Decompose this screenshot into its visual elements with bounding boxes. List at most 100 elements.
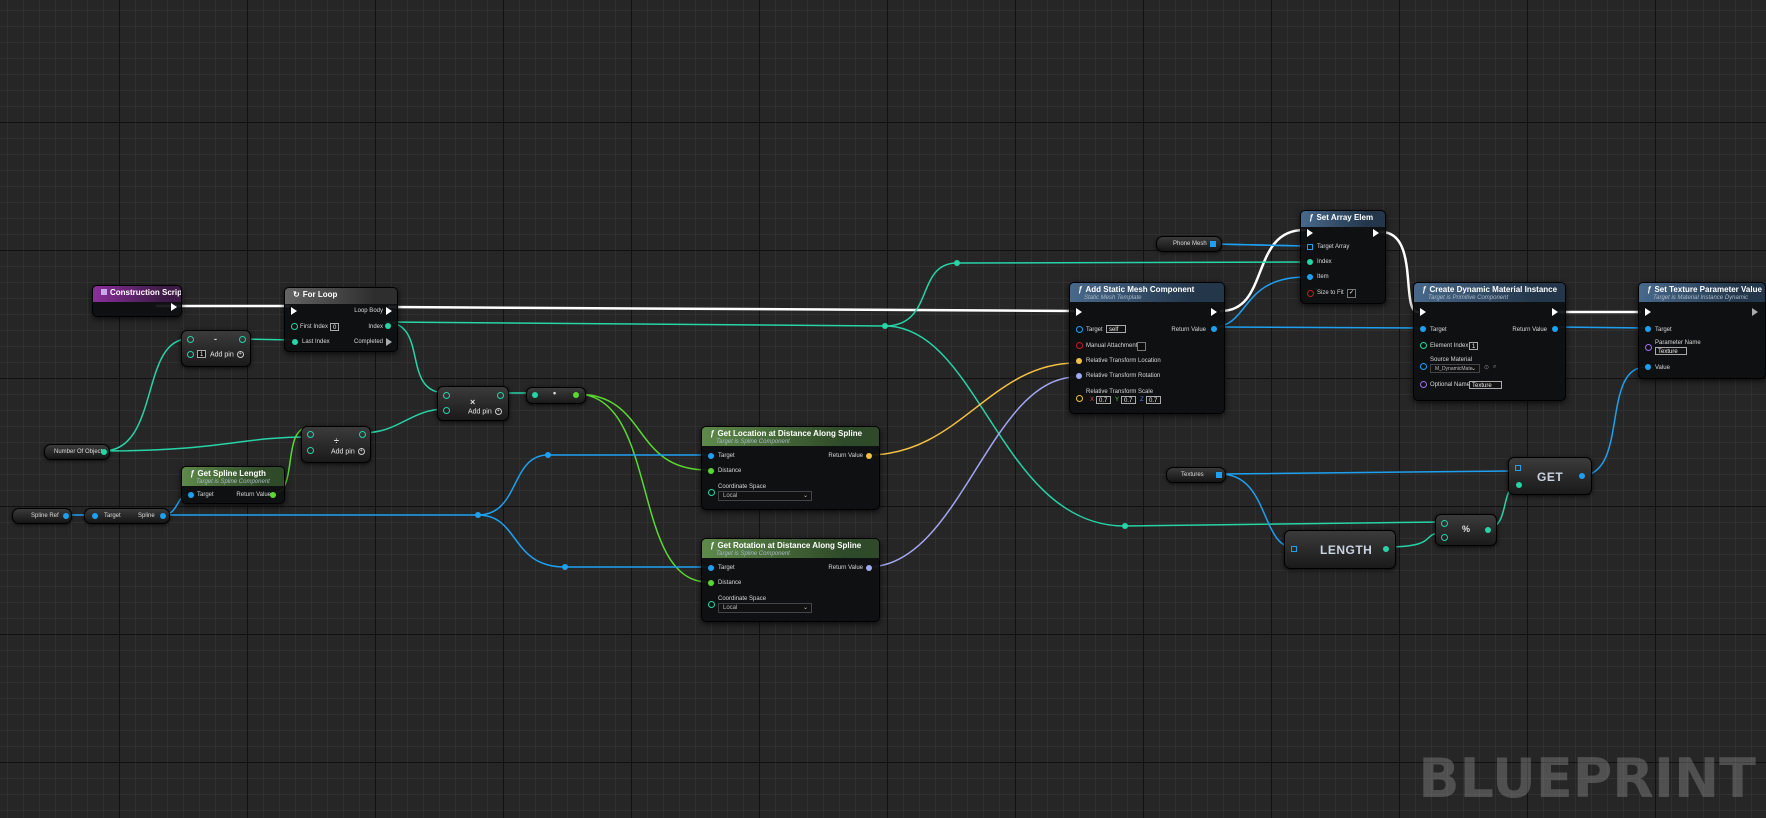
search-icon[interactable]: ⌕ xyxy=(1493,364,1496,371)
phone-mesh-var[interactable]: Phone Mesh xyxy=(1156,236,1222,252)
manual-attachment-checkbox[interactable] xyxy=(1137,342,1146,351)
coordinate-space-dropdown[interactable]: Local ⌄ xyxy=(718,603,812,613)
divide-in-a-pin[interactable] xyxy=(307,431,314,438)
coordinate-space-dropdown[interactable]: Local ⌄ xyxy=(718,491,812,501)
browse-icon[interactable]: ⊙ xyxy=(1484,364,1489,371)
array-get-node[interactable]: GET xyxy=(1508,457,1592,495)
convert-out-pin[interactable] xyxy=(573,392,579,398)
for-loop-node[interactable]: ↻ For Loop Loop Body First Index 0 Index … xyxy=(284,287,398,352)
modulo-node[interactable]: % xyxy=(1435,514,1497,546)
exec-out-pin[interactable] xyxy=(1373,229,1379,237)
exec-out-pin[interactable] xyxy=(171,303,177,311)
target-pin[interactable] xyxy=(1420,326,1426,332)
rel-rotation-pin[interactable] xyxy=(1076,373,1082,379)
create-dmi-node[interactable]: ƒ Create Dynamic Material Instance Target… xyxy=(1413,282,1566,401)
subtract-out-pin[interactable] xyxy=(239,336,246,343)
target-pin[interactable] xyxy=(1076,326,1083,333)
parameter-name-input[interactable]: Texture xyxy=(1655,347,1687,355)
array-in-pin[interactable] xyxy=(1515,465,1521,471)
get-rotation-target-pin[interactable] xyxy=(708,565,714,571)
int-to-float-node[interactable]: • xyxy=(526,387,586,404)
value-pin[interactable] xyxy=(1645,364,1651,370)
index-pin[interactable] xyxy=(1307,259,1313,265)
set-texture-param-node[interactable]: ƒ Set Texture Parameter Value Target is M… xyxy=(1638,282,1766,379)
get-spline-out-pin[interactable] xyxy=(160,513,166,519)
completed-pin[interactable] xyxy=(386,338,392,346)
get-spline-length-target-pin[interactable] xyxy=(188,492,194,498)
get-spline-length-return-pin[interactable] xyxy=(270,492,276,498)
divide-out-pin[interactable] xyxy=(359,431,366,438)
size-to-fit-checkbox[interactable]: ✓ xyxy=(1347,289,1356,298)
divide-add-pin[interactable]: Add pin + xyxy=(331,448,365,455)
subtract-add-pin[interactable]: Add pin + xyxy=(210,351,244,358)
scale-y-input[interactable]: 0.7 xyxy=(1121,396,1136,404)
manual-attachment-pin[interactable] xyxy=(1076,342,1083,349)
get-out-pin[interactable] xyxy=(1579,473,1585,479)
set-array-elem-node[interactable]: ƒ Set Array Elem Target Array Index Item … xyxy=(1300,210,1386,304)
exec-in-pin[interactable] xyxy=(291,307,297,315)
number-of-object-var[interactable]: Number Of Object xyxy=(44,444,110,460)
spline-ref-var[interactable]: Spline Ref xyxy=(12,508,72,524)
item-pin[interactable] xyxy=(1307,274,1313,280)
last-index-pin[interactable] xyxy=(292,339,298,345)
subtract-value-input[interactable]: 1 xyxy=(197,350,206,358)
array-in-pin[interactable] xyxy=(1291,546,1297,552)
element-index-pin[interactable] xyxy=(1420,342,1427,349)
add-static-mesh-node[interactable]: ƒ Add Static Mesh Component Static Mesh T… xyxy=(1069,282,1225,414)
scale-x-input[interactable]: 0.7 xyxy=(1096,396,1111,404)
index-out-pin[interactable] xyxy=(385,323,391,329)
divide-node[interactable]: ÷ Add pin + xyxy=(301,426,371,463)
coordinate-space-pin[interactable] xyxy=(708,601,715,608)
get-rotation-return-pin[interactable] xyxy=(866,565,872,571)
create-dmi-return-pin[interactable] xyxy=(1552,326,1558,332)
scale-z-input[interactable]: 0.7 xyxy=(1146,396,1161,404)
multiply-out-pin[interactable] xyxy=(497,392,504,399)
optional-name-input[interactable]: Texture xyxy=(1469,381,1502,389)
get-rotation-distance-pin[interactable] xyxy=(708,580,714,586)
exec-out-pin[interactable] xyxy=(1211,308,1217,316)
multiply-in-a-pin[interactable] xyxy=(443,392,450,399)
get-rotation-node[interactable]: ƒ Get Rotation at Distance Along Spline T… xyxy=(701,538,880,622)
array-length-node[interactable]: LENGTH xyxy=(1284,530,1396,569)
parameter-name-pin[interactable] xyxy=(1645,344,1652,351)
exec-out-pin[interactable] xyxy=(1752,308,1758,316)
get-spline-length-node[interactable]: ƒ Get Spline Length Target is Spline Comp… xyxy=(181,466,285,504)
construction-script-node[interactable]: Construction Script xyxy=(92,285,182,317)
convert-in-pin[interactable] xyxy=(532,392,538,398)
spline-ref-pin[interactable] xyxy=(63,513,69,519)
divide-in-b-pin[interactable] xyxy=(307,447,314,454)
multiply-add-pin[interactable]: Add pin + xyxy=(468,408,502,415)
get-location-node[interactable]: ƒ Get Location at Distance Along Spline T… xyxy=(701,426,880,510)
blueprint-graph-canvas[interactable]: Construction Script ↻ For Loop Loop Body … xyxy=(0,0,1766,818)
first-index-pin[interactable] xyxy=(291,323,298,330)
target-array-pin[interactable] xyxy=(1307,244,1313,250)
exec-in-pin[interactable] xyxy=(1076,308,1082,316)
get-spline-target-pin[interactable] xyxy=(92,513,98,519)
coordinate-space-pin[interactable] xyxy=(708,489,715,496)
size-to-fit-pin[interactable] xyxy=(1307,290,1314,297)
exec-out-pin[interactable] xyxy=(1552,308,1558,316)
rel-location-pin[interactable] xyxy=(1076,358,1082,364)
first-index-input[interactable]: 0 xyxy=(330,323,339,331)
length-out-pin[interactable] xyxy=(1383,546,1389,552)
exec-in-pin[interactable] xyxy=(1645,308,1651,316)
multiply-node[interactable]: × Add pin + xyxy=(437,386,509,421)
optional-name-pin[interactable] xyxy=(1420,381,1427,388)
source-material-pin[interactable] xyxy=(1420,363,1427,370)
exec-in-pin[interactable] xyxy=(1420,308,1426,316)
get-index-pin[interactable] xyxy=(1516,482,1522,488)
exec-in-pin[interactable] xyxy=(1307,229,1313,237)
modulo-in-a-pin[interactable] xyxy=(1441,520,1448,527)
multiply-in-b-pin[interactable] xyxy=(443,407,450,414)
loop-body-pin[interactable] xyxy=(386,307,392,315)
rel-scale-pin[interactable] xyxy=(1076,395,1083,402)
modulo-in-b-pin[interactable] xyxy=(1441,534,1448,541)
number-of-object-pin[interactable] xyxy=(101,449,107,455)
get-location-return-pin[interactable] xyxy=(866,453,872,459)
textures-var[interactable]: Textures xyxy=(1166,467,1226,483)
target-self-input[interactable]: self xyxy=(1106,325,1126,333)
subtract-node[interactable]: - 1 Add pin + xyxy=(181,330,251,367)
get-location-target-pin[interactable] xyxy=(708,453,714,459)
element-index-input[interactable]: 1 xyxy=(1469,342,1478,350)
get-location-distance-pin[interactable] xyxy=(708,468,714,474)
